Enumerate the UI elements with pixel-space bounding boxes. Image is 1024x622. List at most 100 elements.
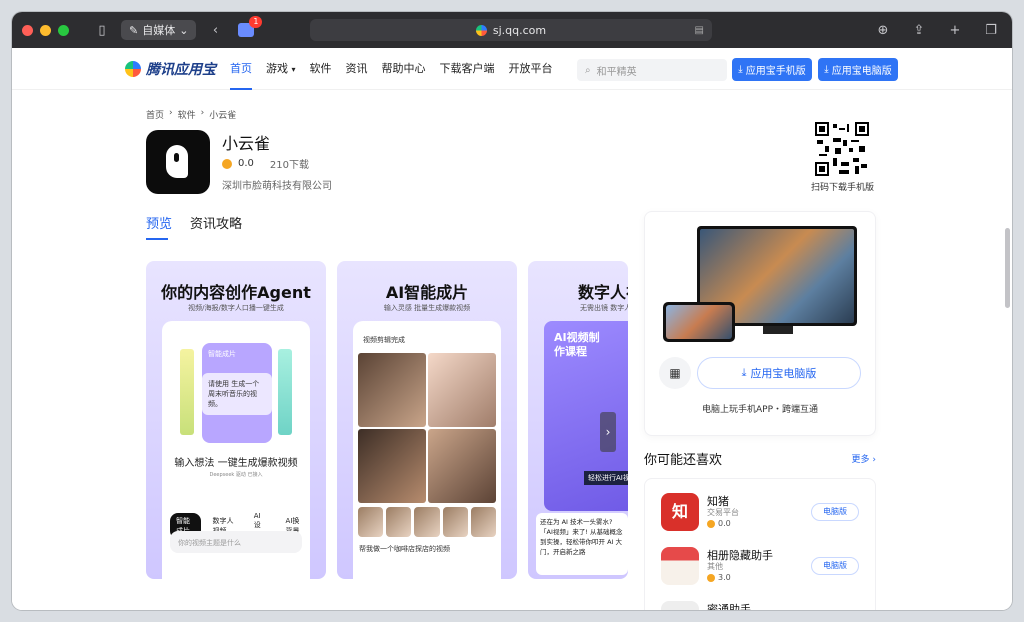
item-category: 交易平台 [707,508,739,517]
item-rating: 0.0 [707,519,731,528]
carousel-next-button[interactable]: › [600,412,616,452]
nav-item-news[interactable]: 资讯 [346,48,368,90]
item-rating-value: 3.0 [718,573,731,582]
nav-item-download-client[interactable]: 下载客户端 [440,48,495,90]
browser-window: ▯ ✎ 自媒体 ⌄ ‹ 1 sj.qq.com ▤ ⊕ ⇪ + ❐ 腾讯应用宝 首页… [12,12,1012,610]
screenshot-1[interactable]: 你的内容创作Agent 视频/海报/数字人口播一键生成 智能成片 请使用 生成一… [146,261,326,579]
breadcrumb: 首页 › 软件 › 小云雀 [146,108,236,121]
top-nav: 腾讯应用宝 首页 游戏 ▾ 软件 资讯 帮助中心 下载客户端 开放平台 ⌕ 和平… [12,48,1012,90]
thumbnail [414,507,440,537]
phone-mockup: 视频剪辑完成 帮我做一个咖啡店探店的视频 [353,321,501,579]
download-arrow-icon: ⤓ [741,366,747,379]
list-item[interactable]: 密通助手 [661,601,871,610]
game-artwork-small [666,305,732,339]
screenshot-caption: 帮我做一个咖啡店探店的视频 [359,545,450,553]
download-arrow-icon: ⤓ [824,64,829,75]
nav-item-games[interactable]: 游戏 ▾ [266,48,296,90]
mobile-version-button[interactable]: ⤓ 应用宝手机版 [732,58,812,81]
pc-download-label: 应用宝电脑版 [750,367,817,380]
rating-icon [707,573,715,582]
share-icon[interactable]: ⇪ [908,23,930,38]
nav-item-software[interactable]: 软件 [310,48,332,90]
app-icon [146,130,210,194]
pc-version-button[interactable]: ⤓ 应用宝电脑版 [818,58,898,81]
list-item[interactable]: 相册隐藏助手 其他 3.0 电脑版 [661,547,871,591]
recommend-header: 你可能还喜欢 更多 › [644,449,876,468]
breadcrumb-separator: › [200,108,205,118]
nav-games-label: 游戏 [266,61,288,75]
pc-version-button[interactable]: 电脑版 [811,557,859,575]
tab-overview-icon[interactable]: ❐ [980,23,1002,38]
rating-icon [707,519,715,528]
zhizhu-app-icon: 知 [661,493,699,531]
nav-item-home[interactable]: 首页 [230,48,252,90]
tab-news-guides[interactable]: 资讯攻略 [190,213,242,238]
nav-item-open-platform[interactable]: 开放平台 [509,48,553,90]
pc-version-label: 应用宝电脑版 [831,66,892,77]
screenshot-title: 你的内容创作Agent [161,283,311,302]
screenshot-title: 数字人视 [578,283,628,302]
phone-mockup: 智能成片 请使用 生成一个周末听音乐的视频。 输入想法 一键生成爆款视频 Dee… [162,321,310,579]
pc-download-card: ▦ ⤓ 应用宝电脑版 电脑上玩手机APP・跨端互通 [644,211,876,436]
app-icon-partial [661,601,699,610]
back-icon[interactable]: ‹ [204,23,226,38]
reader-icon[interactable]: ▤ [695,25,704,36]
browser-toolbar: ▯ ✎ 自媒体 ⌄ ‹ 1 sj.qq.com ▤ ⊕ ⇪ + ❐ [12,12,1012,48]
qr-scan-icon[interactable]: ▦ [659,357,691,389]
course-tag: AI视频制作课程 [554,331,600,358]
screenshot-footer-note: Deepseek 驱动 已接入 [209,472,263,478]
mobile-version-label: 应用宝手机版 [745,66,806,77]
pc-download-button[interactable]: ⤓ 应用宝电脑版 [697,357,861,389]
item-name: 密通助手 [707,603,751,610]
side-card-right [278,349,292,435]
url-text: sj.qq.com [492,23,547,37]
screenshot-title: AI智能成片 [385,283,469,302]
search-input[interactable]: ⌕ 和平精英 [577,59,727,81]
download-arrow-icon: ⤓ [738,64,743,75]
app-name: 小云雀 [222,134,271,153]
course-badge: 轻松进行AI视 [584,471,628,485]
app-rating: 0.0 [238,158,254,169]
more-label: 更多 [851,455,870,465]
zoom-window-button[interactable] [58,24,69,36]
thumbnail [358,507,384,537]
pc-version-button[interactable]: 电脑版 [811,503,859,521]
minimize-window-button[interactable] [40,24,51,36]
item-category: 其他 [707,562,723,571]
address-bar[interactable]: sj.qq.com ▤ [310,19,712,41]
breadcrumb-home[interactable]: 首页 [146,108,164,121]
nav-item-help[interactable]: 帮助中心 [382,48,426,90]
list-item[interactable]: 知 知猪 交易平台 0.0 电脑版 [661,493,871,537]
web-page: 腾讯应用宝 首页 游戏 ▾ 软件 资讯 帮助中心 下载客户端 开放平台 ⌕ 和平… [12,48,1012,610]
close-window-button[interactable] [22,24,33,36]
thumbnail [386,507,412,537]
item-rating-value: 0.0 [718,519,731,528]
screenshot-2[interactable]: AI智能成片 输入灵感 批量生成爆款视频 视频剪辑完成 帮我做一个咖啡店探店的视… [337,261,517,579]
breadcrumb-separator: › [169,108,173,118]
app-meta: 0.0 210下载 [222,156,309,171]
new-tab-icon[interactable]: + [944,23,966,38]
phone-illustration [663,302,735,342]
screenshot-subtitle: 无需出镜 数字人 [580,304,628,312]
recommend-list: 知 知猪 交易平台 0.0 电脑版 相册隐藏助手 其他 3.0 电脑版 密通助手 [644,478,876,610]
sidebar-toggle-icon[interactable]: ▯ [91,23,113,38]
detail-tabs: 预览 资讯攻略 [146,213,242,240]
app-downloads: 210下载 [269,160,309,171]
thumbnail [442,507,468,537]
site-favicon-icon [475,24,487,36]
tab-group-button[interactable]: 1 [238,16,263,37]
tab-badge: 1 [249,16,263,28]
more-link[interactable]: 更多 › [852,452,877,465]
profile-label: 自媒体 [142,24,176,37]
prompt-input: 你的视频主题是什么 [170,531,302,553]
tab-preview[interactable]: 预览 [146,213,172,240]
profile-selector[interactable]: ✎ 自媒体 ⌄ [121,20,197,40]
download-icon[interactable]: ⊕ [872,23,894,38]
site-logo[interactable]: 腾讯应用宝 [125,59,216,79]
page-scrollbar[interactable] [1005,228,1010,308]
calendar-app-icon [661,547,699,585]
breadcrumb-software[interactable]: 软件 [178,108,196,121]
qr-code-icon [815,122,869,176]
edit-complete-label: 视频剪辑完成 [363,336,405,344]
recommend-title: 你可能还喜欢 [644,453,723,468]
